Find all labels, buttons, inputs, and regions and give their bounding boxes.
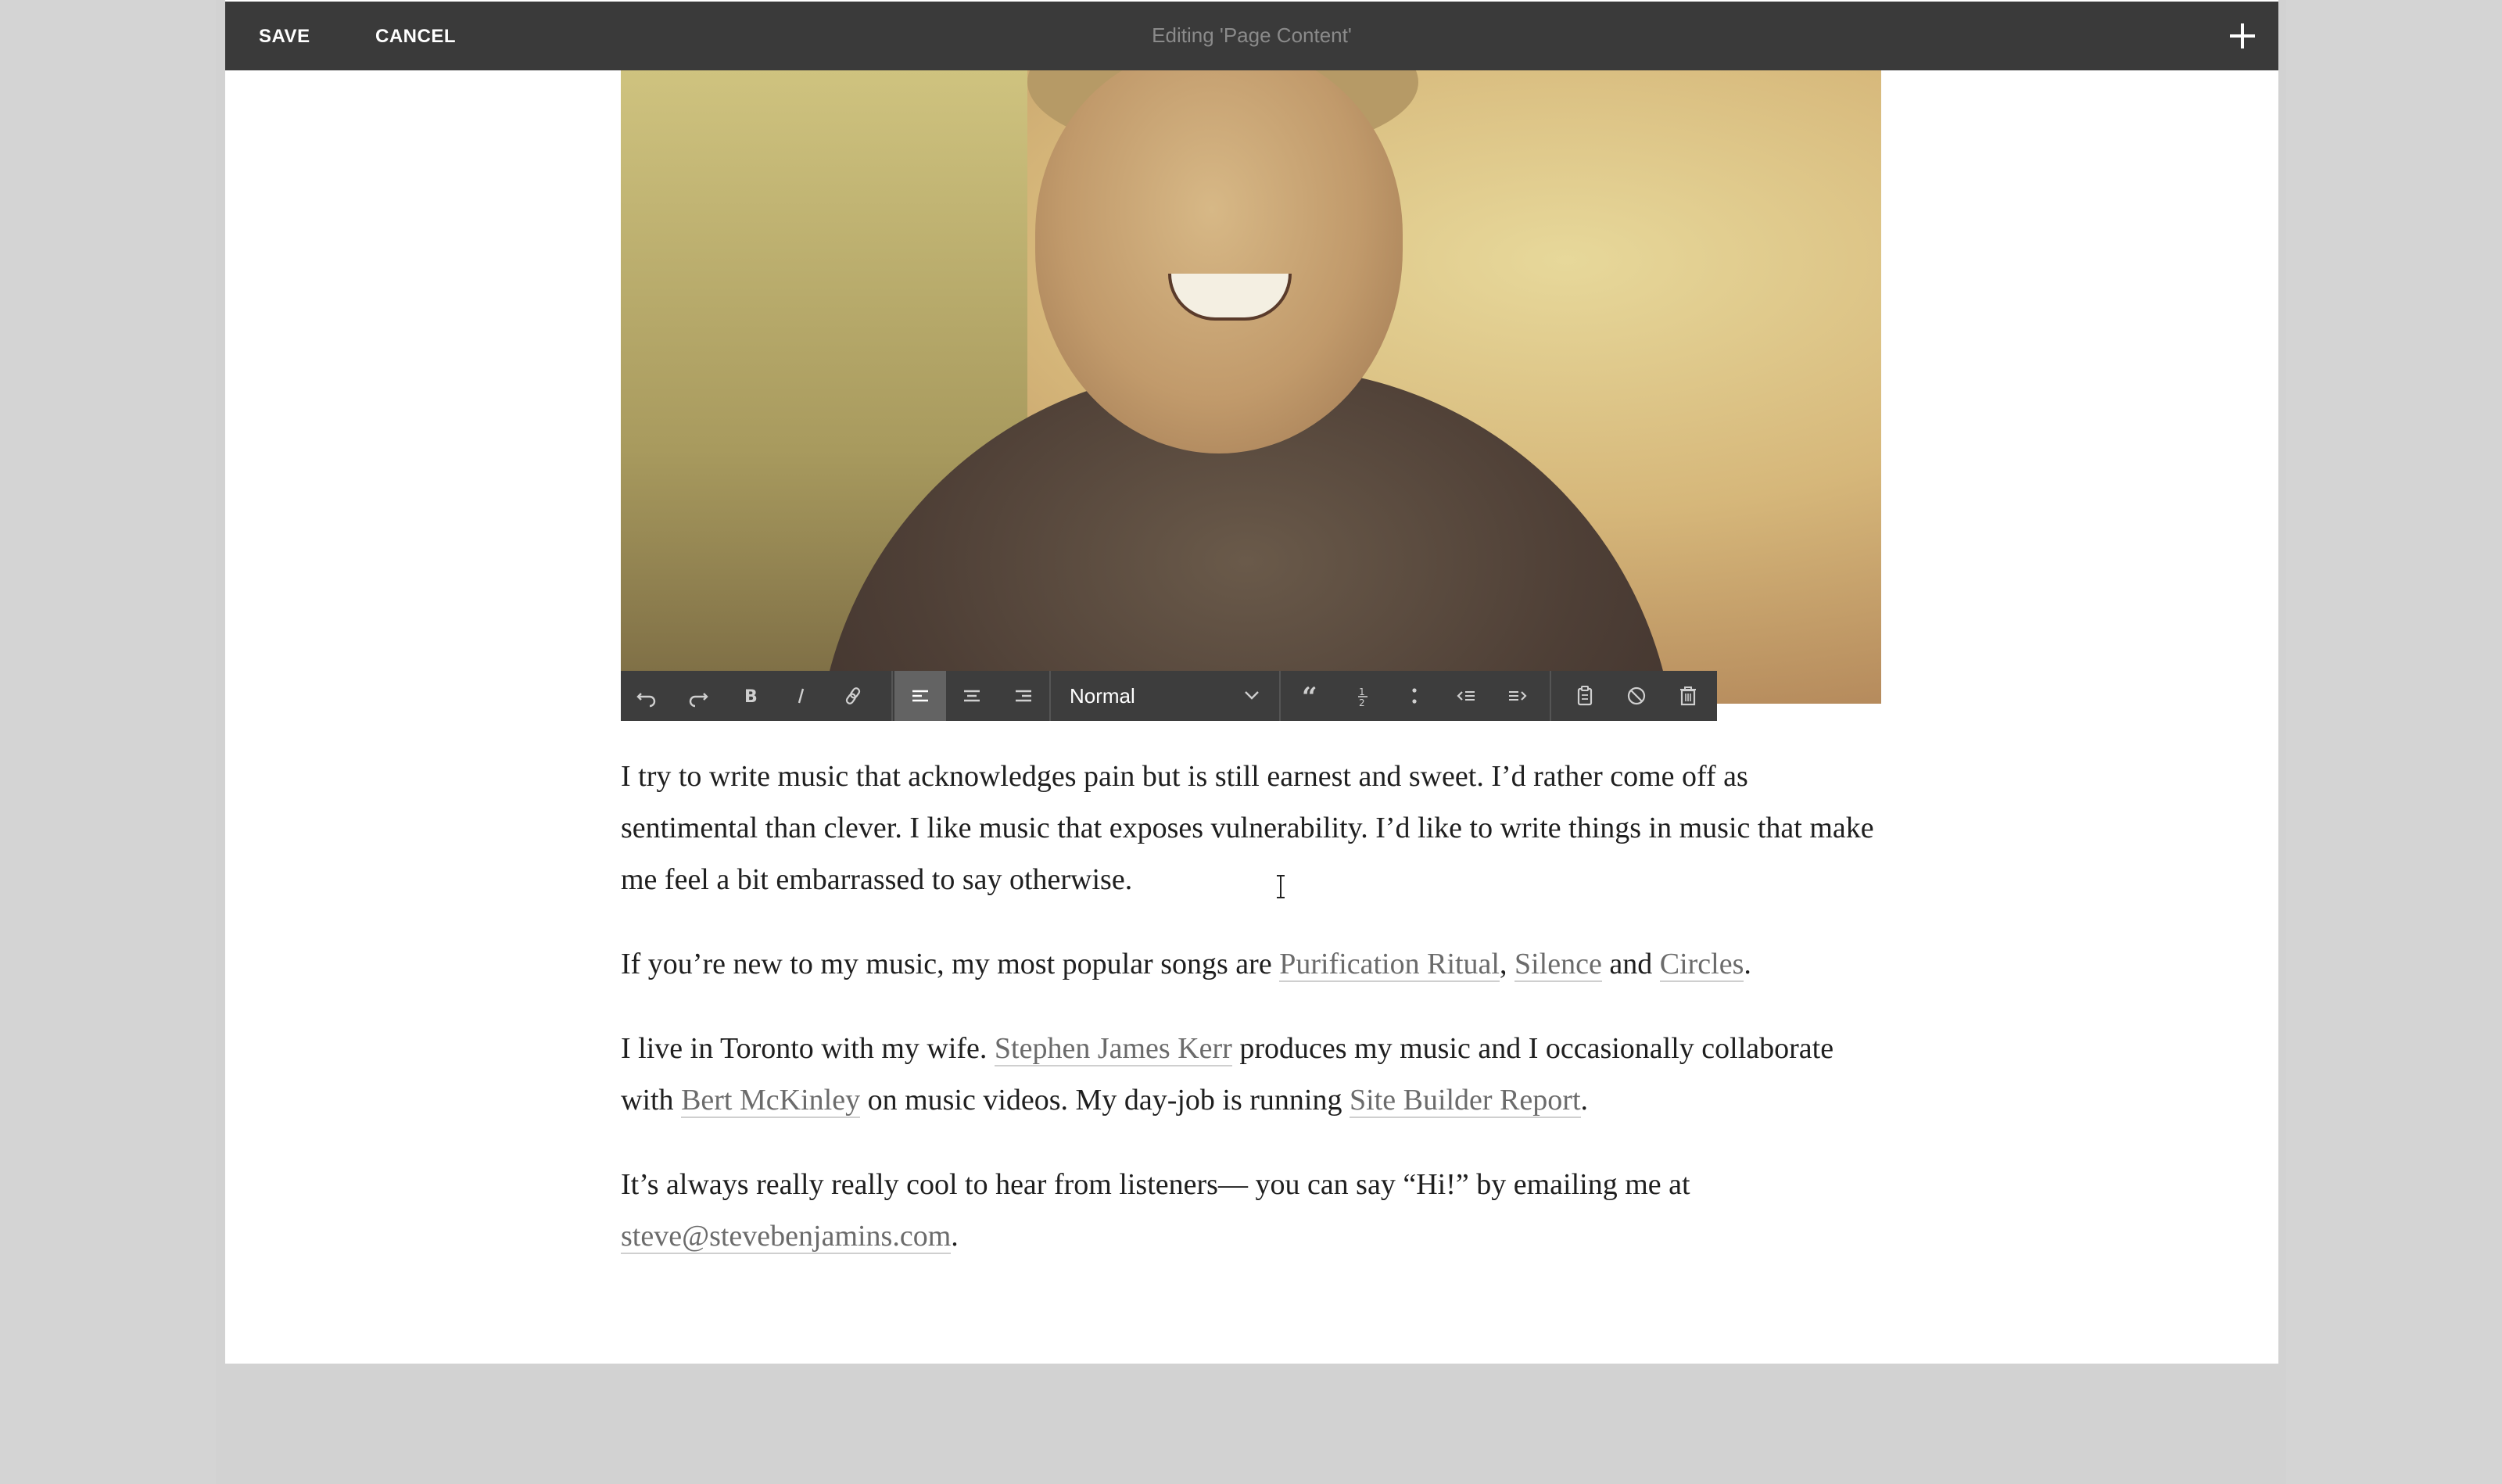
link-stephen-james-kerr[interactable]: Stephen James Kerr [994,1032,1232,1066]
editing-title: Editing 'Page Content' [1152,23,1352,47]
numbered-list-icon[interactable]: 12 [1337,671,1389,721]
bullet-list-icon[interactable] [1389,671,1440,721]
paragraph-contact: It’s always really really cool to hear f… [621,1168,1690,1254]
bold-icon[interactable]: B [724,671,776,721]
indent-icon[interactable] [1492,671,1543,721]
outdent-icon[interactable] [1440,671,1492,721]
svg-text:1: 1 [1359,686,1365,697]
format-select-value: Normal [1070,684,1135,708]
delete-icon[interactable] [1662,671,1714,721]
undo-icon[interactable] [621,671,672,721]
text-format-toolbar: B Normal “ 12 [621,671,1717,721]
align-right-icon[interactable] [998,671,1049,721]
plus-icon[interactable] [2228,22,2256,50]
link-site-builder-report[interactable]: Site Builder Report [1349,1084,1581,1118]
link-circles[interactable]: Circles [1659,948,1744,982]
clear-format-icon[interactable] [1611,671,1662,721]
chevron-down-icon [1245,691,1259,700]
toolbar-divider [891,671,893,721]
paste-icon[interactable] [1559,671,1611,721]
link-purification-ritual[interactable]: Purification Ritual [1279,948,1500,982]
editor-topbar: SAVE CANCEL Editing 'Page Content' [225,2,2278,70]
redo-icon[interactable] [672,671,724,721]
paragraph-intro: I try to write music that acknowledges p… [621,760,1874,896]
page-content-editor[interactable]: I try to write music that acknowledges p… [621,751,1881,1295]
italic-icon[interactable] [776,671,827,721]
align-left-icon[interactable] [894,671,946,721]
text-cursor-icon [1277,875,1285,898]
portrait-image[interactable] [621,70,1881,704]
svg-text:2: 2 [1359,697,1365,708]
link-email[interactable]: steve@stevebenjamins.com [621,1220,952,1254]
paragraph-popular-songs: If you’re new to my music, my most popul… [621,948,1751,982]
format-select[interactable]: Normal [1051,671,1279,721]
toolbar-divider [1279,671,1281,721]
link-icon[interactable] [827,671,879,721]
link-bert-mckinley[interactable]: Bert McKinley [681,1084,861,1118]
toolbar-divider [1550,671,1551,721]
svg-text:B: B [744,687,758,707]
paragraph-about: I live in Toronto with my wife. Stephen … [621,1032,1834,1118]
svg-text:“: “ [1302,684,1317,708]
link-silence[interactable]: Silence [1514,948,1602,982]
align-center-icon[interactable] [946,671,998,721]
blockquote-icon[interactable]: “ [1285,671,1337,721]
